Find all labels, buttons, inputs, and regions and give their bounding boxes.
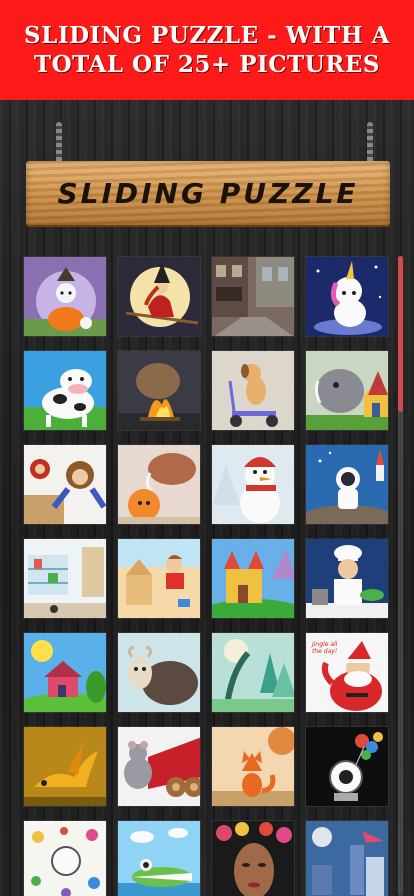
- city-art-picture: [306, 821, 388, 896]
- puzzle-tile-face-flowers[interactable]: [211, 820, 295, 896]
- scrollbar-thumb[interactable]: [398, 256, 403, 412]
- puzzle-tile-santa[interactable]: Jingle all the day!: [305, 632, 389, 713]
- puzzle-tile-fox[interactable]: [211, 726, 295, 807]
- puzzle-tile-castle[interactable]: [211, 538, 295, 619]
- puzzle-tile-cat-pumpkin[interactable]: [23, 256, 107, 337]
- puzzle-grid: Jingle all the day!: [23, 256, 395, 896]
- puzzle-tile-dog-scooter[interactable]: [211, 350, 295, 431]
- puzzle-tile-toy-room[interactable]: [23, 538, 107, 619]
- promo-banner: SLIDING PUZZLE - WITH A TOTAL OF 25+ PIC…: [0, 0, 414, 100]
- street-picture: [212, 257, 294, 336]
- mammoth-picture: [118, 445, 200, 524]
- puzzle-tile-doodles[interactable]: [23, 820, 107, 896]
- astronaut-picture: [306, 445, 388, 524]
- puzzle-tile-mouse-logs[interactable]: [117, 726, 201, 807]
- puzzle-tile-street[interactable]: [211, 256, 295, 337]
- promo-line-2: TOTAL OF 25+ PICTURES: [34, 51, 380, 78]
- puzzle-tile-unicorn[interactable]: [305, 256, 389, 337]
- puzzle-tile-dinosaur-house[interactable]: [305, 350, 389, 431]
- puzzle-tile-crocodile[interactable]: [117, 820, 201, 896]
- puzzle-tile-monkeys[interactable]: [23, 444, 107, 525]
- sun-house-picture: [24, 633, 106, 712]
- scrollbar[interactable]: [398, 256, 403, 896]
- witch-picture: [118, 257, 200, 336]
- puzzle-tile-cow[interactable]: [23, 350, 107, 431]
- puzzle-tile-astronaut[interactable]: [305, 444, 389, 525]
- sign-title: SLIDING PUZZLE: [57, 176, 359, 210]
- puzzle-tile-beach-kid[interactable]: [117, 538, 201, 619]
- dinosaur-picture: [306, 351, 388, 430]
- dog-scooter-picture: [212, 351, 294, 430]
- face-flowers-picture: [212, 821, 294, 896]
- cow-picture: [24, 351, 106, 430]
- dragon-picture: [24, 727, 106, 806]
- snowman-picture: [212, 445, 294, 524]
- unicorn-picture: [306, 257, 388, 336]
- puzzle-tile-dragon[interactable]: [23, 726, 107, 807]
- castle-picture: [212, 539, 294, 618]
- chain-right: [367, 122, 373, 164]
- puzzle-tile-city-art[interactable]: [305, 820, 389, 896]
- puzzle-tile-campfire[interactable]: [117, 350, 201, 431]
- fox-picture: [212, 727, 294, 806]
- chain-left: [56, 122, 62, 164]
- cat-pumpkin-picture: [24, 257, 106, 336]
- trees-picture: [212, 633, 294, 712]
- santa-caption: Jingle all the day!: [312, 641, 338, 655]
- puzzle-tile-mammoth[interactable]: [117, 444, 201, 525]
- beach-kid-picture: [118, 539, 200, 618]
- toy-room-picture: [24, 539, 106, 618]
- campfire-picture: [118, 351, 200, 430]
- puzzle-tile-snowman[interactable]: [211, 444, 295, 525]
- puzzle-tile-sun-house[interactable]: [23, 632, 107, 713]
- title-sign: SLIDING PUZZLE: [26, 161, 390, 225]
- puzzle-tile-balloons[interactable]: [305, 726, 389, 807]
- chef-picture: [306, 539, 388, 618]
- puzzle-tile-trees[interactable]: [211, 632, 295, 713]
- crocodile-picture: [118, 821, 200, 896]
- sheep-picture: [118, 633, 200, 712]
- promo-line-1: SLIDING PUZZLE - WITH A: [24, 22, 390, 49]
- puzzle-tile-chef[interactable]: [305, 538, 389, 619]
- mouse-logs-picture: [118, 727, 200, 806]
- balloons-picture: [306, 727, 388, 806]
- doodles-picture: [24, 821, 106, 896]
- puzzle-tile-sheep[interactable]: [117, 632, 201, 713]
- puzzle-tile-witch-broom[interactable]: [117, 256, 201, 337]
- monkeys-picture: [24, 445, 106, 524]
